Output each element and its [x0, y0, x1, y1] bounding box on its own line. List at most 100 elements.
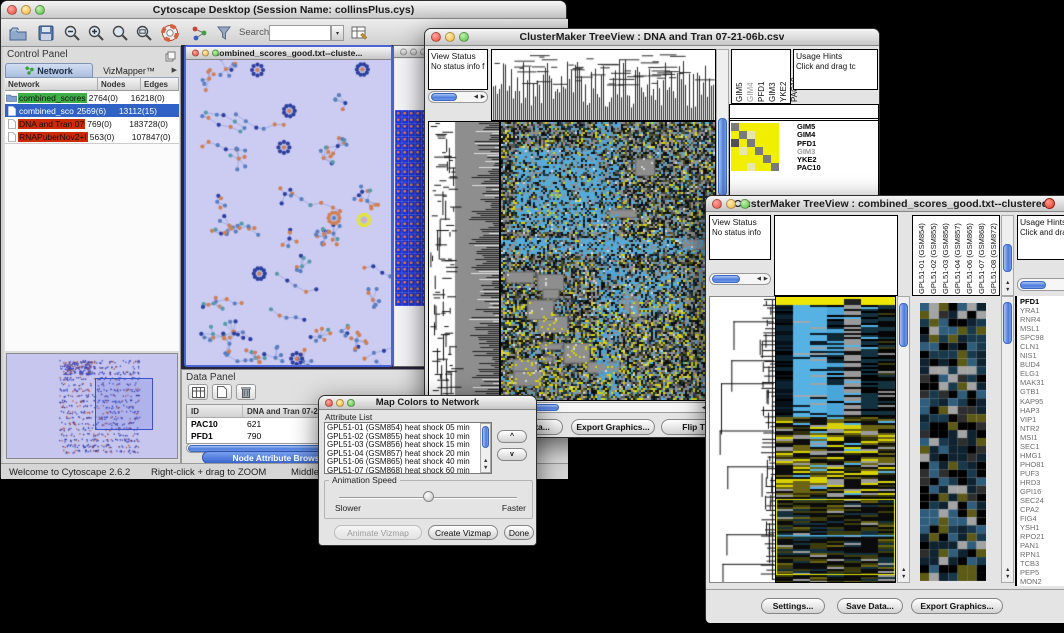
close-icon[interactable] — [325, 399, 333, 407]
heatmap-vscrollbar[interactable]: ▲ ▼ — [897, 296, 910, 583]
summary-heatmap-cell[interactable] — [731, 147, 739, 155]
view-status-hscrollbar[interactable]: ◀ ▶ — [709, 273, 771, 285]
scroll-left-icon[interactable]: ◀ — [757, 277, 761, 283]
minimize-icon[interactable] — [336, 399, 344, 407]
minimize-icon[interactable] — [21, 5, 31, 15]
scrollbar-thumb[interactable] — [1003, 244, 1012, 272]
network-overview[interactable] — [6, 353, 178, 459]
close-icon[interactable] — [431, 32, 441, 42]
summary-heatmap-cell[interactable] — [763, 147, 771, 155]
gene-label[interactable]: PFD1 — [1020, 297, 1064, 306]
close-icon[interactable] — [400, 48, 407, 55]
column-dendrogram-canvas[interactable] — [491, 49, 716, 121]
close-icon[interactable] — [192, 50, 199, 57]
minimize-icon[interactable] — [445, 32, 455, 42]
gene-label[interactable]: GPI16 — [1020, 487, 1064, 496]
summary-heatmap-cell[interactable] — [731, 139, 739, 147]
treeview-button[interactable]: Export Graphics... — [911, 598, 1003, 614]
summary-heatmap-cell[interactable] — [747, 139, 755, 147]
network-list-row[interactable]: RNAPuberNov2+I563(0)107847(0) — [5, 130, 179, 143]
network-list-row[interactable]: combined_scores2764(0)16218(0) — [5, 91, 179, 104]
select-attributes-icon[interactable] — [188, 384, 208, 400]
gene-label[interactable]: YSH1 — [1020, 523, 1064, 532]
gene-label[interactable]: FIG4 — [1020, 514, 1064, 523]
row-dendrogram-canvas[interactable] — [709, 296, 776, 583]
summary-heatmap-cell[interactable] — [763, 163, 771, 171]
gene-label[interactable]: YRA1 — [1020, 306, 1064, 315]
col-network[interactable]: Network — [5, 78, 98, 91]
minimize-icon[interactable] — [410, 48, 417, 55]
move-up-button[interactable]: ^ — [497, 430, 527, 443]
maximize-icon[interactable] — [35, 5, 45, 15]
network-list-row[interactable]: DNA and Tran 07769(0)183728(0) — [5, 117, 179, 130]
network-table-header[interactable]: Network Nodes Edges — [5, 78, 179, 91]
zoom-vscrollbar[interactable]: ▲ ▼ — [1001, 296, 1014, 583]
summary-heatmap-cell[interactable] — [755, 163, 763, 171]
tab-network[interactable]: Network — [5, 63, 93, 78]
view-status-hscrollbar[interactable]: ◀ ▶ — [428, 91, 488, 103]
tab-vizmapper[interactable]: VizMapper™ — [93, 63, 165, 78]
summary-heatmap-cell[interactable] — [771, 131, 779, 139]
scrollbar-thumb[interactable] — [899, 303, 908, 347]
heatmap-canvas[interactable] — [775, 296, 896, 583]
scrollbar-thumb[interactable] — [482, 426, 489, 448]
overview-viewport[interactable] — [95, 378, 153, 430]
gene-label[interactable]: NTR2 — [1020, 424, 1064, 433]
summary-heatmap-cell[interactable] — [731, 155, 739, 163]
summary-heatmap-cell[interactable] — [763, 131, 771, 139]
gene-label[interactable]: RPO21 — [1020, 532, 1064, 541]
gene-label[interactable]: SEC1 — [1020, 442, 1064, 451]
scroll-up-icon[interactable]: ▲ — [1005, 281, 1010, 287]
gene-label[interactable]: BUD4 — [1020, 360, 1064, 369]
search-input[interactable] — [269, 25, 331, 41]
scrollbar-thumb[interactable] — [718, 118, 727, 196]
summary-heatmap-cell[interactable] — [755, 139, 763, 147]
save-icon[interactable] — [35, 22, 57, 44]
network-view-frame[interactable]: combined_scores_good.txt--cluste... — [184, 45, 393, 367]
main-titlebar[interactable]: Cytoscape Desktop (Session Name: collins… — [1, 1, 566, 19]
scroll-up-icon[interactable]: ▲ — [1005, 568, 1010, 574]
background-window-close-icon[interactable] — [1044, 198, 1055, 209]
treeview1-titlebar[interactable]: ClusterMaker TreeView : DNA and Tran 07-… — [425, 29, 879, 46]
summary-heatmap-cell[interactable] — [755, 147, 763, 155]
gene-label[interactable]: MSI1 — [1020, 433, 1064, 442]
summary-heatmap-cell[interactable] — [771, 155, 779, 163]
maximize-icon[interactable] — [740, 199, 750, 209]
minimize-icon[interactable] — [202, 50, 209, 57]
summary-heatmap-cell[interactable] — [763, 123, 771, 131]
scroll-down-icon[interactable]: ▼ — [1005, 288, 1010, 294]
minimize-icon[interactable] — [726, 199, 736, 209]
zoom-fit-icon[interactable] — [133, 22, 155, 44]
row-dendrogram-canvas[interactable] — [428, 121, 500, 401]
scroll-down-icon[interactable]: ▼ — [483, 466, 488, 472]
gene-label[interactable]: MAK31 — [1020, 378, 1064, 387]
scroll-down-icon[interactable]: ▼ — [1005, 575, 1010, 581]
filter-icon[interactable] — [213, 22, 235, 44]
summary-heatmap-cell[interactable] — [763, 155, 771, 163]
summary-heatmap-cell[interactable] — [747, 147, 755, 155]
summary-heatmap-cell[interactable] — [739, 131, 747, 139]
gene-label[interactable]: PHO81 — [1020, 460, 1064, 469]
treeview2-titlebar[interactable]: ClusterMaker TreeView : combined_scores_… — [706, 196, 1064, 212]
tab-overflow-arrow-icon[interactable]: ▶ — [172, 66, 177, 74]
col-nodes[interactable]: Nodes — [98, 78, 141, 91]
summary-heatmap[interactable] — [731, 123, 779, 171]
dialog-button[interactable]: Animate Vizmap — [334, 525, 422, 540]
gene-label[interactable]: ELG1 — [1020, 369, 1064, 378]
delete-attribute-icon[interactable] — [236, 384, 256, 400]
gene-label[interactable]: CLN1 — [1020, 342, 1064, 351]
gene-label[interactable]: PAN1 — [1020, 541, 1064, 550]
gene-label[interactable]: PUF3 — [1020, 469, 1064, 478]
gene-label[interactable]: CPA2 — [1020, 505, 1064, 514]
summary-heatmap-cell[interactable] — [739, 163, 747, 171]
scrollbar-thumb[interactable] — [712, 275, 740, 283]
summary-heatmap-cell[interactable] — [739, 139, 747, 147]
scroll-left-icon[interactable]: ◀ — [474, 95, 478, 101]
zoom-selected-icon[interactable] — [109, 22, 131, 44]
scroll-up-icon[interactable]: ▲ — [483, 459, 488, 465]
gene-label[interactable]: RPN1 — [1020, 550, 1064, 559]
gene-label[interactable]: PEP5 — [1020, 568, 1064, 577]
summary-heatmap-cell[interactable] — [771, 163, 779, 171]
summary-heatmap-cell[interactable] — [771, 147, 779, 155]
scroll-right-icon[interactable]: ▶ — [764, 277, 768, 283]
